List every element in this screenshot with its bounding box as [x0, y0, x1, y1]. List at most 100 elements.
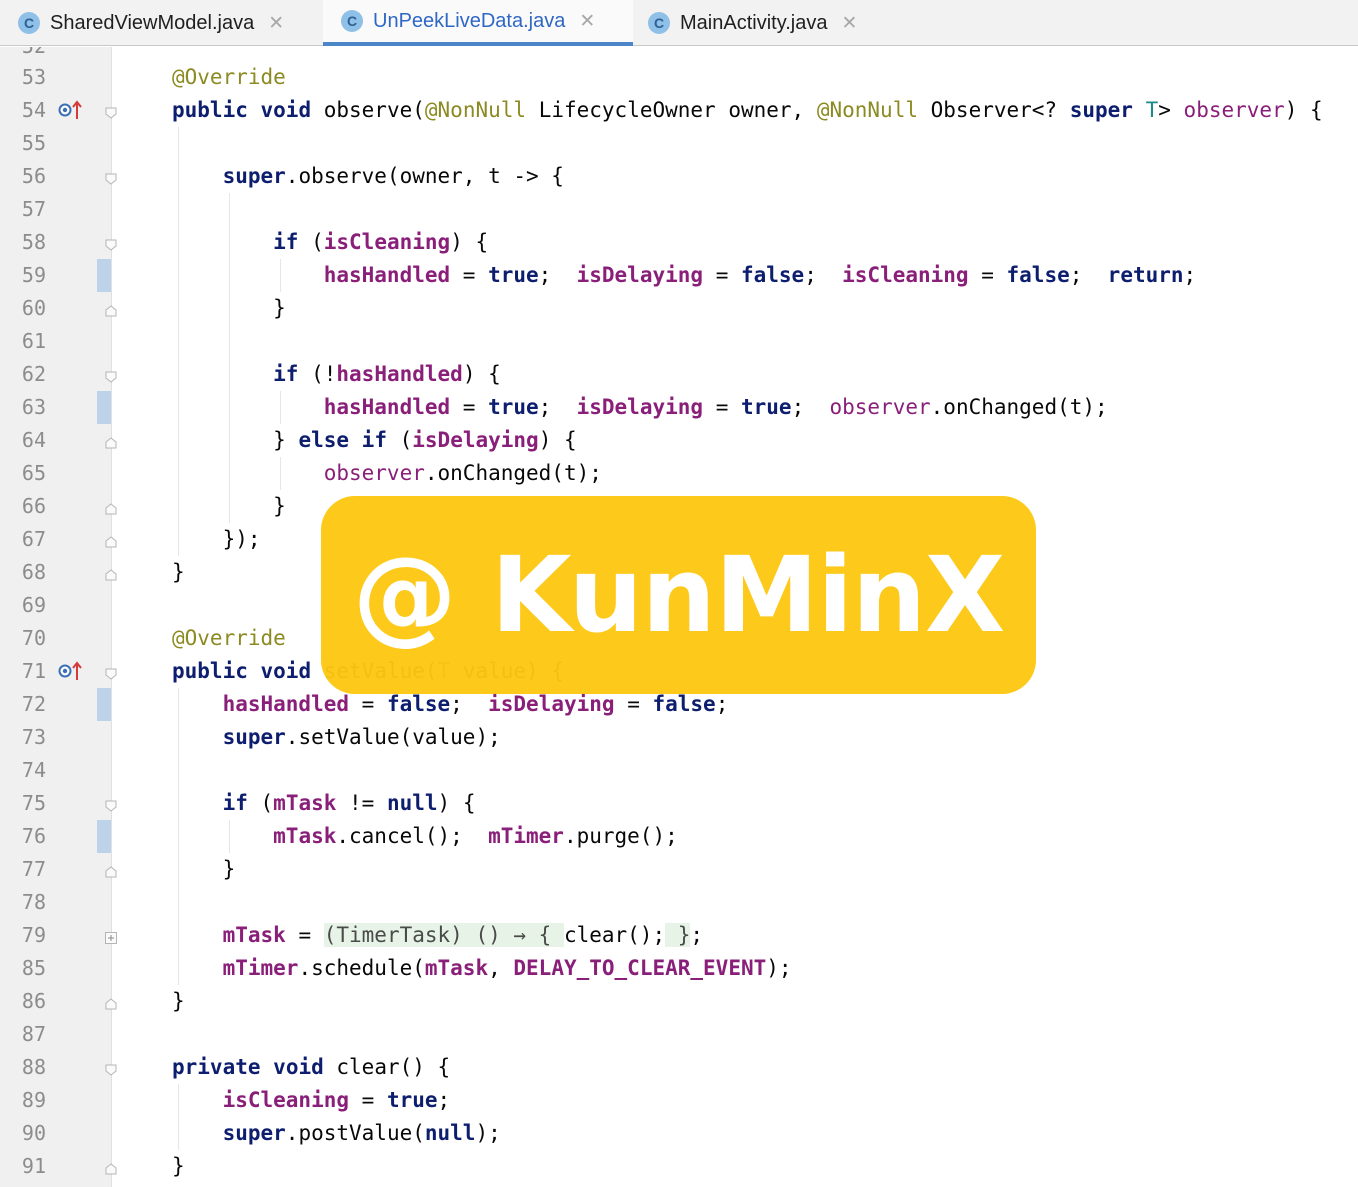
code-text[interactable]: @Override	[172, 61, 286, 94]
code-line[interactable]: 88 private void clear() {	[0, 1051, 1358, 1084]
code-text[interactable]: if (!hasHandled) {	[172, 358, 501, 391]
code-text[interactable]: }	[172, 853, 236, 886]
code-line[interactable]: 85 mTimer.schedule(mTask, DELAY_TO_CLEAR…	[0, 952, 1358, 985]
fold-icon[interactable]	[105, 665, 117, 680]
fold-end-icon[interactable]	[105, 863, 117, 878]
code-line[interactable]: 62 if (!hasHandled) {	[0, 358, 1358, 391]
tab-shared-view-model[interactable]: C SharedViewModel.java ✕	[0, 0, 323, 46]
code-text[interactable]: if (isCleaning) {	[172, 226, 488, 259]
fold-icon[interactable]	[105, 236, 117, 251]
code-line[interactable]: 59 hasHandled = true; isDelaying = false…	[0, 259, 1358, 292]
code-line[interactable]: 58 if (isCleaning) {	[0, 226, 1358, 259]
close-icon[interactable]: ✕	[579, 10, 595, 33]
line-number: 70	[21, 626, 46, 650]
fold-icon[interactable]	[105, 368, 117, 383]
expand-fold-icon[interactable]	[105, 929, 117, 944]
code-text[interactable]: hasHandled = true; isDelaying = true; ob…	[172, 391, 1108, 424]
code-line[interactable]: 60 }	[0, 292, 1358, 325]
code-line[interactable]: 90 super.postValue(null);	[0, 1117, 1358, 1150]
line-number: 56	[21, 164, 46, 188]
line-number: 88	[21, 1055, 46, 1079]
code-text[interactable]: private void clear() {	[172, 1051, 450, 1084]
java-class-icon: C	[18, 12, 40, 34]
indent-guide	[280, 391, 281, 424]
line-number: 65	[21, 461, 46, 485]
change-marker[interactable]	[97, 259, 111, 292]
line-number: 86	[21, 989, 46, 1013]
editor-tab-bar: C SharedViewModel.java ✕ C UnPeekLiveDat…	[0, 0, 1358, 46]
code-line[interactable]: 65 observer.onChanged(t);	[0, 457, 1358, 490]
code-line[interactable]: 73 super.setValue(value);	[0, 721, 1358, 754]
fold-end-icon[interactable]	[105, 566, 117, 581]
close-icon[interactable]: ✕	[841, 12, 857, 35]
code-line[interactable]: 78	[0, 886, 1358, 919]
code-line[interactable]: 61	[0, 325, 1358, 358]
code-text[interactable]: public void observe(@NonNull LifecycleOw…	[172, 94, 1323, 127]
change-marker[interactable]	[97, 391, 111, 424]
folded-lambda[interactable]: (TimerTask) () → {	[323, 923, 564, 947]
fold-icon[interactable]	[105, 1061, 117, 1076]
code-text[interactable]: if (mTask != null) {	[172, 787, 476, 820]
watermark-banner: @ KunMinX	[321, 496, 1036, 694]
code-text[interactable]: super.postValue(null);	[172, 1117, 501, 1150]
code-line[interactable]: 87	[0, 1018, 1358, 1051]
fold-icon[interactable]	[105, 104, 117, 119]
code-line[interactable]: 75 if (mTask != null) {	[0, 787, 1358, 820]
tab-unpeek-live-data[interactable]: C UnPeekLiveData.java ✕	[323, 0, 633, 46]
line-number: 89	[21, 1088, 46, 1112]
code-line[interactable]: 55	[0, 127, 1358, 160]
code-line[interactable]: 77 }	[0, 853, 1358, 886]
code-text[interactable]: hasHandled = true; isDelaying = false; i…	[172, 259, 1196, 292]
fold-end-icon[interactable]	[105, 995, 117, 1010]
code-text[interactable]: mTask.cancel(); mTimer.purge();	[172, 820, 678, 853]
fold-icon[interactable]	[105, 797, 117, 812]
code-text[interactable]: observer.onChanged(t);	[172, 457, 602, 490]
fold-end-icon[interactable]	[105, 533, 117, 548]
override-method-icon[interactable]	[58, 98, 84, 122]
indent-guide	[229, 193, 230, 523]
code-text[interactable]: }	[172, 1150, 185, 1183]
code-text[interactable]: mTimer.schedule(mTask, DELAY_TO_CLEAR_EV…	[172, 952, 792, 985]
code-line[interactable]: 64 } else if (isDelaying) {	[0, 424, 1358, 457]
code-line[interactable]: 91}	[0, 1150, 1358, 1183]
code-line[interactable]: 53 @Override	[0, 61, 1358, 94]
line-number: 77	[21, 857, 46, 881]
close-icon[interactable]: ✕	[268, 12, 284, 35]
tab-label: MainActivity.java	[680, 11, 828, 34]
fold-end-icon[interactable]	[105, 1160, 117, 1175]
line-number: 71	[21, 659, 46, 683]
fold-icon[interactable]	[105, 170, 117, 185]
change-marker[interactable]	[97, 820, 111, 853]
line-number: 63	[21, 395, 46, 419]
line-number: 87	[21, 1022, 46, 1046]
code-line[interactable]: 56 super.observe(owner, t -> {	[0, 160, 1358, 193]
line-number: 79	[21, 923, 46, 947]
override-method-icon[interactable]	[58, 659, 84, 683]
code-text[interactable]: }	[172, 556, 185, 589]
line-number: 68	[21, 560, 46, 584]
code-text[interactable]: isCleaning = true;	[172, 1084, 451, 1117]
fold-end-icon[interactable]	[105, 500, 117, 515]
code-text[interactable]: });	[172, 523, 261, 556]
code-line[interactable]: 86}	[0, 985, 1358, 1018]
code-line[interactable]: 79 mTask = (TimerTask) () → { clear(); }…	[0, 919, 1358, 952]
code-text[interactable]: @Override	[172, 622, 286, 655]
code-text[interactable]: super.observe(owner, t -> {	[172, 160, 564, 193]
code-line[interactable]: 76 mTask.cancel(); mTimer.purge();	[0, 820, 1358, 853]
code-line[interactable]: 63 hasHandled = true; isDelaying = true;…	[0, 391, 1358, 424]
line-number: 55	[21, 131, 46, 155]
line-number: 66	[21, 494, 46, 518]
code-line[interactable]: 54 public void observe(@NonNull Lifecycle…	[0, 94, 1358, 127]
code-text[interactable]: }	[172, 985, 185, 1018]
change-marker[interactable]	[97, 688, 111, 721]
code-line[interactable]: 74	[0, 754, 1358, 787]
fold-end-icon[interactable]	[105, 434, 117, 449]
code-text[interactable]: mTask = (TimerTask) () → { clear(); };	[172, 919, 703, 952]
tab-main-activity[interactable]: C MainActivity.java ✕	[633, 0, 898, 46]
code-line[interactable]: 57	[0, 193, 1358, 226]
fold-end-icon[interactable]	[105, 302, 117, 317]
code-line[interactable]: 89 isCleaning = true;	[0, 1084, 1358, 1117]
line-number: 69	[21, 593, 46, 617]
code-text[interactable]: } else if (isDelaying) {	[172, 424, 577, 457]
code-text[interactable]: super.setValue(value);	[172, 721, 501, 754]
